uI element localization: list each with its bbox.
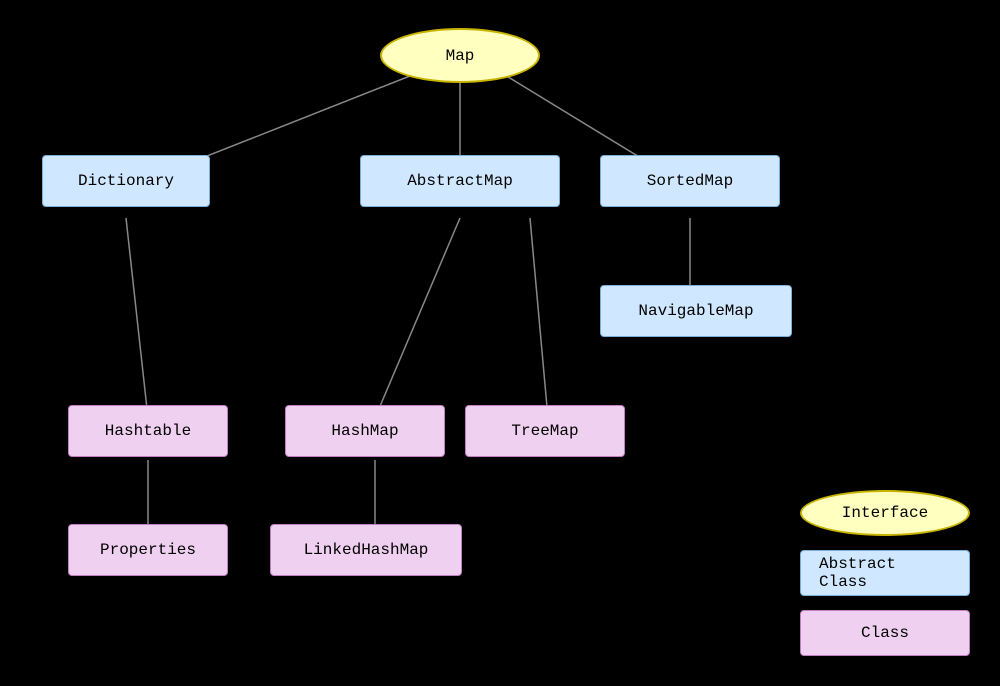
sorted-map-label: SortedMap — [647, 172, 733, 190]
diagram-container: Map Dictionary AbstractMap SortedMap Nav… — [0, 0, 1000, 686]
dictionary-node: Dictionary — [42, 155, 210, 207]
hashmap-label: HashMap — [331, 422, 398, 440]
abstract-map-label: AbstractMap — [407, 172, 513, 190]
hashtable-node: Hashtable — [68, 405, 228, 457]
legend-abstract: Abstract Class — [800, 550, 970, 596]
map-node: Map — [380, 28, 540, 83]
legend-class-label: Class — [861, 624, 909, 642]
treemap-node: TreeMap — [465, 405, 625, 457]
properties-node: Properties — [68, 524, 228, 576]
legend-interface: Interface — [800, 490, 970, 536]
linked-hashmap-label: LinkedHashMap — [304, 541, 429, 559]
linked-hashmap-node: LinkedHashMap — [270, 524, 462, 576]
navigable-map-label: NavigableMap — [638, 302, 753, 320]
navigable-map-node: NavigableMap — [600, 285, 792, 337]
treemap-label: TreeMap — [511, 422, 578, 440]
legend-interface-node: Interface — [800, 490, 970, 536]
hashtable-label: Hashtable — [105, 422, 191, 440]
legend-interface-label: Interface — [842, 504, 928, 522]
legend-class: Class — [800, 610, 970, 656]
sorted-map-node: SortedMap — [600, 155, 780, 207]
dictionary-label: Dictionary — [78, 172, 174, 190]
abstract-map-node: AbstractMap — [360, 155, 560, 207]
map-label: Map — [446, 47, 475, 65]
hashmap-node: HashMap — [285, 405, 445, 457]
legend-abstract-node: Abstract Class — [800, 550, 970, 596]
legend-abstract-label: Abstract Class — [819, 555, 951, 591]
legend-class-node: Class — [800, 610, 970, 656]
legend: Interface Abstract Class Class — [800, 490, 970, 656]
properties-label: Properties — [100, 541, 196, 559]
